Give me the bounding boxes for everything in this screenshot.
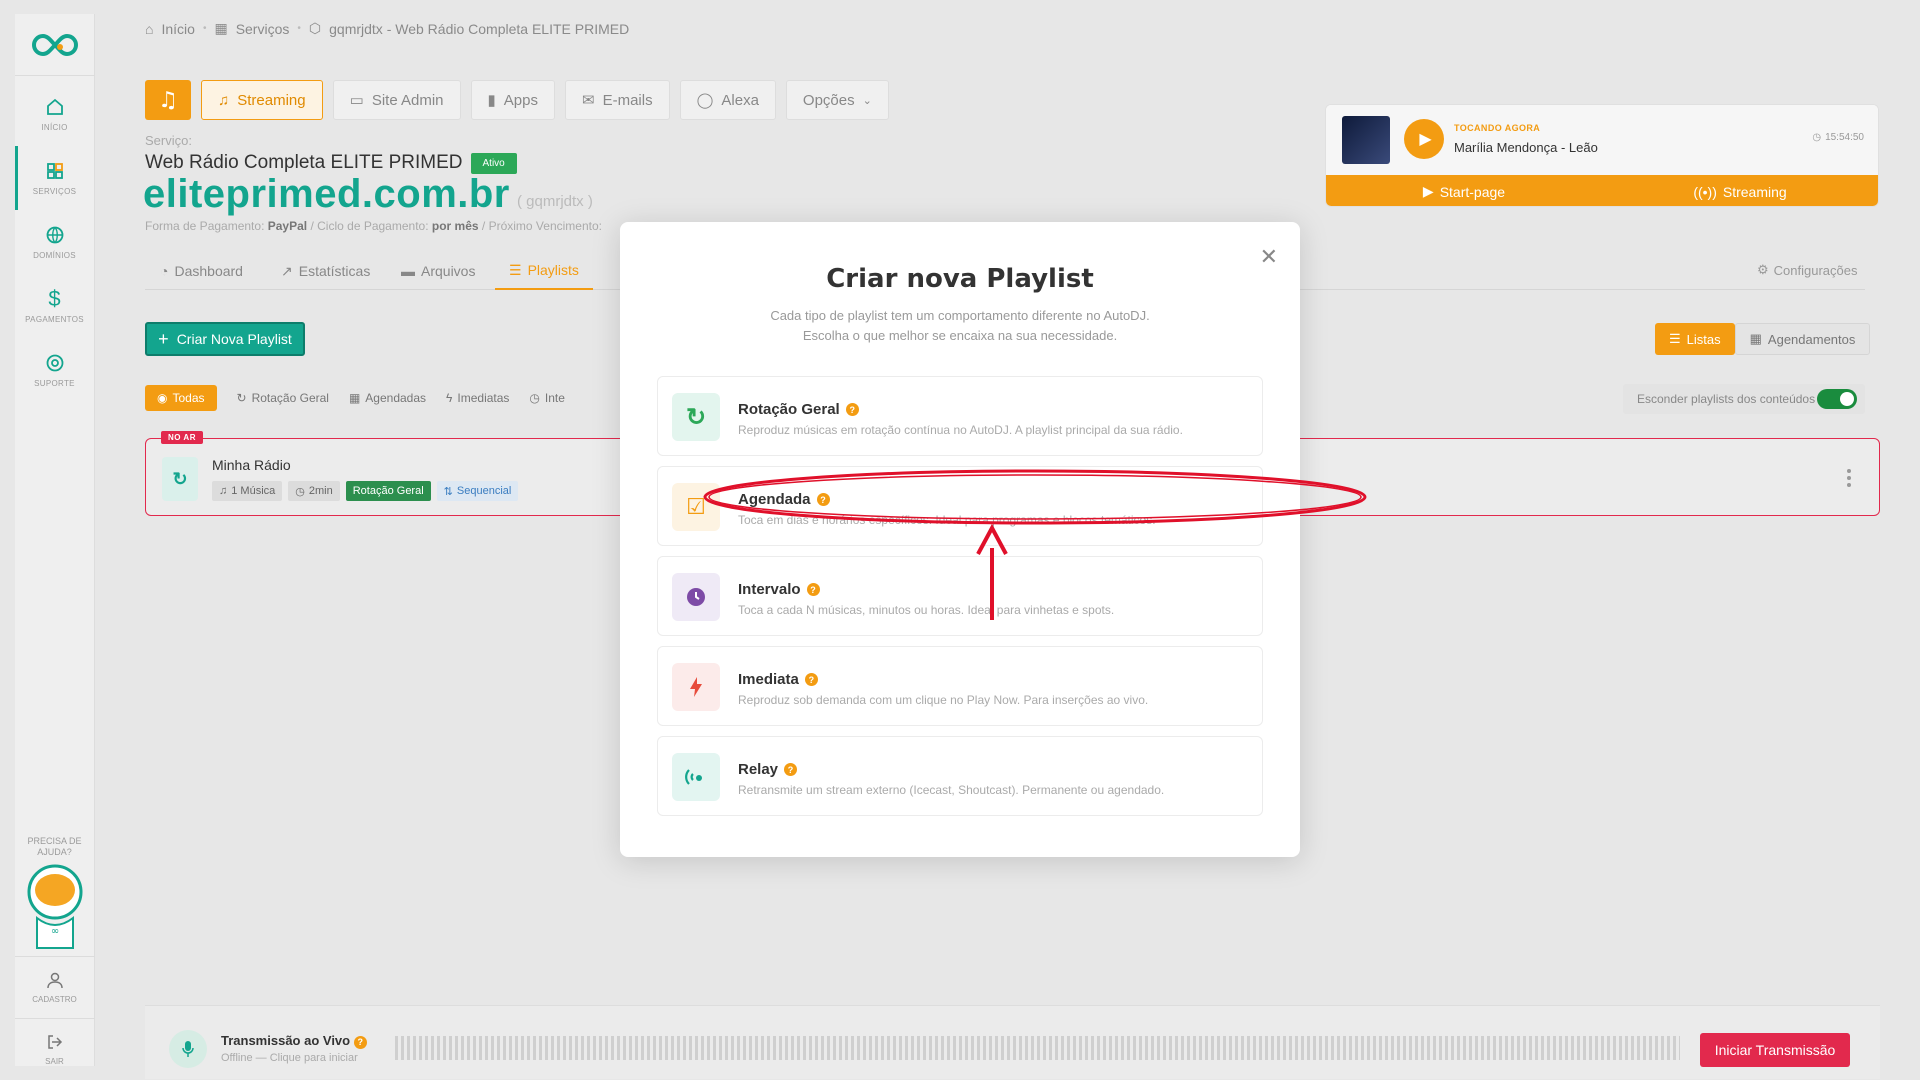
help-icon[interactable]: ? <box>845 403 859 416</box>
modal-subtitle: Cada tipo de playlist tem um comportamen… <box>620 306 1300 346</box>
option-description: Reproduz sob demanda com um clique no Pl… <box>738 693 1149 707</box>
help-icon[interactable]: ? <box>806 583 820 596</box>
option-description: Retransmite um stream externo (Icecast, … <box>738 783 1165 797</box>
option-scheduled[interactable]: ☑ Agendada? Toca em dias e horários espe… <box>657 466 1263 546</box>
option-title-text: Agendada <box>738 491 811 508</box>
option-immediate[interactable]: Imediata? Reproduz sob demanda com um cl… <box>657 646 1263 726</box>
subtitle-line: Cada tipo de playlist tem um comportamen… <box>770 308 1150 323</box>
bolt-icon <box>672 663 720 711</box>
refresh-icon: ↻ <box>672 393 720 441</box>
option-title-text: Rotação Geral <box>738 401 840 418</box>
help-icon[interactable]: ? <box>804 673 818 686</box>
option-description: Reproduz músicas em rotação contínua no … <box>738 423 1183 437</box>
option-title: Rotação Geral? <box>738 401 859 418</box>
subtitle-line: Escolha o que melhor se encaixa na sua n… <box>802 328 1118 343</box>
option-description: Toca a cada N músicas, minutos ou horas.… <box>738 603 1115 617</box>
option-title-text: Relay <box>738 761 779 778</box>
create-playlist-modal: ✕ Criar nova Playlist Cada tipo de playl… <box>620 222 1300 857</box>
option-title: Intervalo? <box>738 581 820 598</box>
calendar-check-icon: ☑ <box>672 483 720 531</box>
option-description: Toca em dias e horários específicos. Ide… <box>738 513 1156 527</box>
help-icon[interactable]: ? <box>784 763 798 776</box>
option-title-text: Intervalo <box>738 581 801 598</box>
clock-icon <box>672 573 720 621</box>
help-icon[interactable]: ? <box>816 493 830 506</box>
option-relay[interactable]: Relay? Retransmite um stream externo (Ic… <box>657 736 1263 816</box>
option-title: Imediata? <box>738 671 818 688</box>
option-title: Relay? <box>738 761 798 778</box>
option-title-text: Imediata <box>738 671 799 688</box>
option-title: Agendada? <box>738 491 830 508</box>
option-interval[interactable]: Intervalo? Toca a cada N músicas, minuto… <box>657 556 1263 636</box>
modal-title: Criar nova Playlist <box>826 264 1094 294</box>
option-rotation[interactable]: ↻ Rotação Geral? Reproduz músicas em rot… <box>657 376 1263 456</box>
satellite-icon <box>672 753 720 801</box>
